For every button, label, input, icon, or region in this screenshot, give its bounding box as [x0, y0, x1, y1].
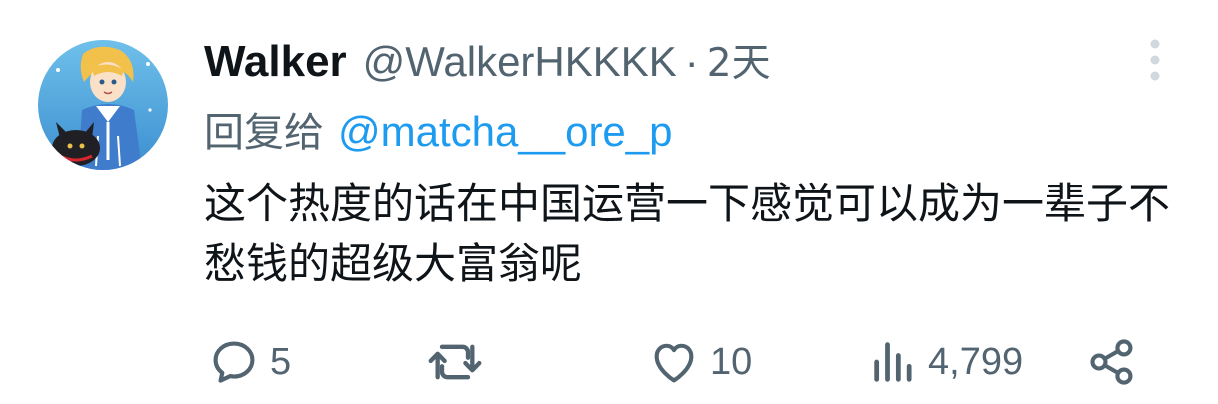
heart-icon: [654, 343, 694, 383]
views-icon: [874, 342, 912, 382]
avatar[interactable]: [38, 40, 168, 170]
avatar-image: [38, 40, 168, 170]
retweet-icon: [428, 344, 482, 380]
user-handle[interactable]: @WalkerHKKKK: [363, 38, 677, 86]
reply-prefix: 回复给: [204, 110, 324, 156]
views-count: 4,799: [928, 340, 1024, 383]
tweet[interactable]: Walker @WalkerHKKKK · 2天 回复给 @matcha__or…: [0, 0, 1218, 404]
tweet-text: 这个热度的话在中国运营一下感觉可以成为一辈子不愁钱的超级大富翁呢: [204, 179, 1171, 288]
reply-count: 5: [270, 340, 292, 383]
share-button[interactable]: [1086, 330, 1138, 394]
retweet-button[interactable]: [426, 330, 494, 394]
like-count: 10: [710, 340, 753, 383]
more-options-button[interactable]: [1140, 34, 1170, 86]
reply-button[interactable]: 5: [208, 330, 291, 394]
separator-dot: ·: [684, 38, 699, 85]
reply-mention-link[interactable]: @matcha__ore_p: [338, 108, 673, 156]
display-name[interactable]: Walker: [204, 37, 347, 87]
share-icon: [1090, 339, 1133, 385]
reply-icon: [213, 341, 255, 383]
timestamp[interactable]: 2天: [707, 32, 771, 88]
like-button[interactable]: 10: [648, 330, 752, 394]
tweet-header: Walker @WalkerHKKKK · 2天: [204, 32, 771, 92]
action-bar: 5 10 4,799: [0, 330, 1218, 394]
more-vertical-icon: [1150, 39, 1160, 81]
views-button[interactable]: 4,799: [870, 330, 1023, 394]
reply-context: 回复给 @matcha__ore_p: [204, 100, 673, 160]
